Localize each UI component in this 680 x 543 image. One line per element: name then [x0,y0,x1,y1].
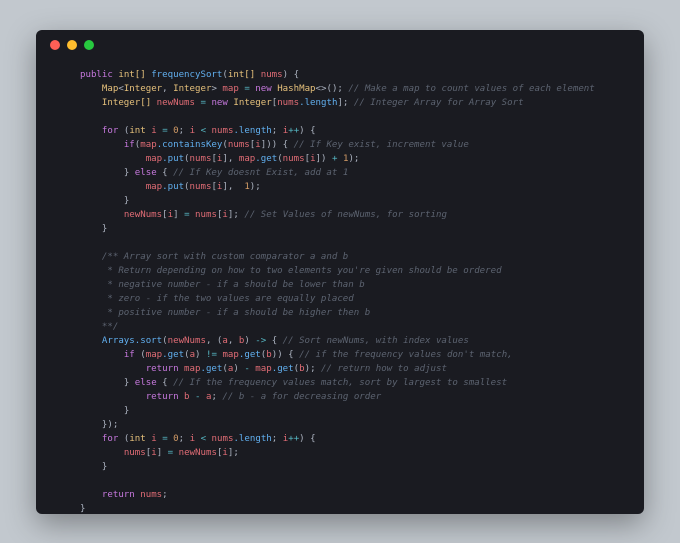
code-window: public int[] frequencySort(int[] nums) {… [36,30,644,514]
code-block: public int[] frequencySort(int[] nums) {… [80,68,630,514]
minimize-icon[interactable] [67,40,77,50]
titlebar [36,30,644,60]
zoom-icon[interactable] [84,40,94,50]
close-icon[interactable] [50,40,60,50]
